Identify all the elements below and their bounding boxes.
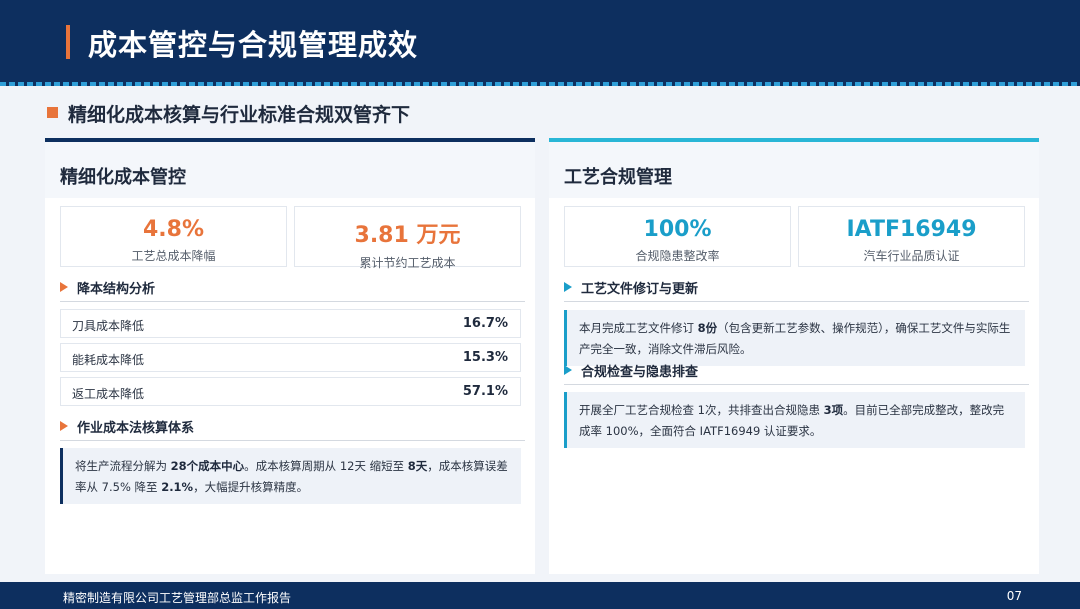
subheading-compliance-check: 合规检查与隐患排查 — [564, 361, 1029, 385]
stat-label: 工艺总成本降幅 — [131, 249, 216, 263]
card-title: 工艺合规管理 — [549, 142, 1039, 198]
title-accent-bar — [66, 25, 70, 59]
stat-value: 100% — [643, 217, 712, 242]
row-label: 能耗成本降低 — [72, 353, 145, 367]
stat-label: 累计节约工艺成本 — [359, 256, 456, 270]
footer-bar: 精密制造有限公司工艺管理部总监工作报告 07 — [0, 582, 1080, 609]
table-row: 能耗成本降低 15.3% — [60, 343, 521, 372]
row-value: 57.1% — [462, 384, 508, 399]
subheading-label: 合规检查与隐患排查 — [581, 365, 699, 380]
triangle-icon — [564, 365, 572, 375]
page-title: 成本管控与合规管理成效 — [88, 28, 419, 62]
table-row: 刀具成本降低 16.7% — [60, 309, 521, 338]
stat-label: 汽车行业品质认证 — [863, 249, 960, 263]
triangle-icon — [60, 421, 68, 431]
triangle-icon — [60, 282, 68, 292]
subheading-label: 降本结构分析 — [77, 282, 156, 297]
subheading-label: 作业成本法核算体系 — [77, 421, 195, 436]
stat-label: 合规隐患整改率 — [635, 249, 720, 263]
subheading-doc-revision: 工艺文件修订与更新 — [564, 278, 1029, 302]
page-number: 07 — [1006, 589, 1022, 603]
stat-cost-reduction: 4.8% 工艺总成本降幅 — [60, 206, 287, 267]
subheading-label: 工艺文件修订与更新 — [581, 282, 699, 297]
section-marker — [47, 107, 58, 118]
row-value: 15.3% — [462, 350, 508, 365]
triangle-icon — [564, 282, 572, 292]
abc-description: 将生产流程分解为 28个成本中心。成本核算周期从 12天 缩短至 8天，成本核算… — [60, 448, 521, 504]
stat-rectification-rate: 100% 合规隐患整改率 — [564, 206, 791, 267]
table-row: 返工成本降低 57.1% — [60, 377, 521, 406]
cost-control-card: 精细化成本管控 4.8% 工艺总成本降幅 3.81 万元 累计节约工艺成本 降本… — [45, 138, 535, 574]
doc-revision-description: 本月完成工艺文件修订 8份（包含更新工艺参数、操作规范），确保工艺文件与实际生产… — [564, 310, 1025, 366]
subheading-cost-structure: 降本结构分析 — [60, 278, 525, 302]
compliance-check-description: 开展全厂工艺合规检查 1次，共排查出合规隐患 3项。目前已全部完成整改，整改完成… — [564, 392, 1025, 448]
row-label: 返工成本降低 — [72, 387, 145, 401]
stat-value: 4.8% — [142, 217, 204, 242]
stat-value: IATF16949 — [846, 217, 977, 242]
footer-text: 精密制造有限公司工艺管理部总监工作报告 — [63, 591, 292, 605]
row-value: 16.7% — [462, 316, 508, 331]
header-stripe — [0, 82, 1080, 86]
stat-value: 3.81 万元 — [354, 223, 461, 248]
compliance-card: 工艺合规管理 100% 合规隐患整改率 IATF16949 汽车行业品质认证 工… — [549, 138, 1039, 574]
stat-savings: 3.81 万元 累计节约工艺成本 — [294, 206, 521, 270]
card-title: 精细化成本管控 — [45, 142, 535, 198]
section-heading: 精细化成本核算与行业标准合规双管齐下 — [68, 104, 411, 126]
subheading-abc-system: 作业成本法核算体系 — [60, 417, 525, 441]
row-label: 刀具成本降低 — [72, 319, 145, 333]
stat-certification: IATF16949 汽车行业品质认证 — [798, 206, 1025, 267]
